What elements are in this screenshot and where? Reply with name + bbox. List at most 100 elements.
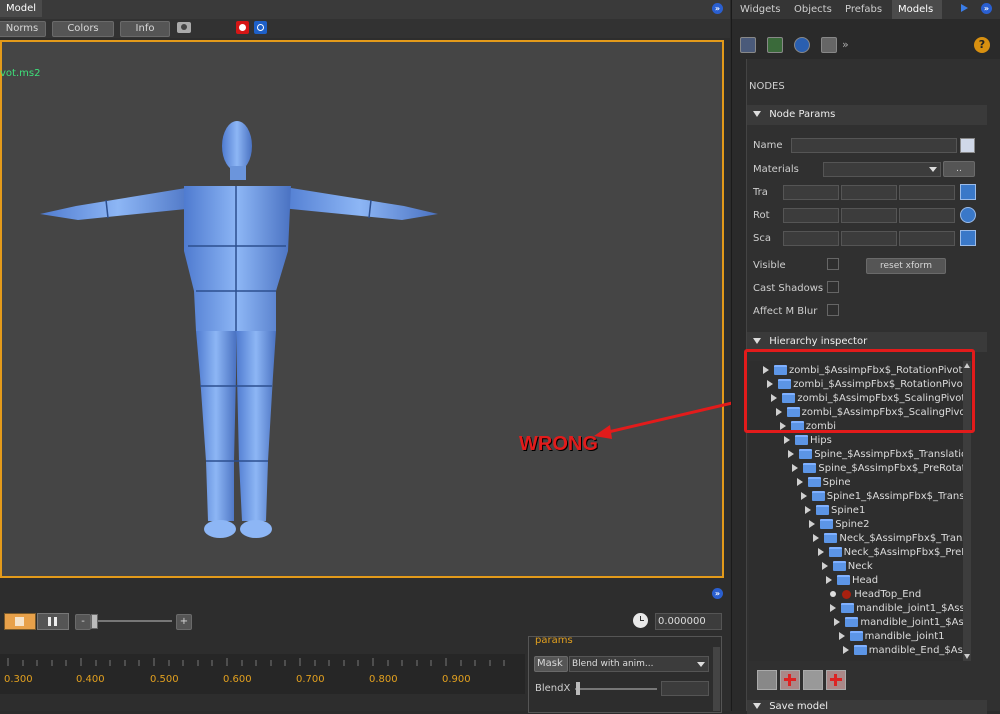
rot-z-field[interactable] (899, 208, 955, 223)
hierarchy-item[interactable]: Neck_$AssimpFbx$_PreRot (817, 546, 971, 560)
norms-button[interactable]: Norms (0, 21, 46, 37)
materials-select[interactable] (823, 162, 941, 177)
animation-icon[interactable] (767, 37, 783, 53)
sca-x-field[interactable] (783, 231, 839, 246)
pause-button[interactable] (37, 613, 69, 630)
skeleton-icon[interactable] (794, 37, 810, 53)
edit-node-icon[interactable] (757, 670, 777, 690)
expand-arrow-icon[interactable] (826, 576, 832, 584)
hierarchy-item[interactable]: Spine_$AssimpFbx$_Translation (788, 448, 971, 462)
tra-y-field[interactable] (841, 185, 897, 200)
expand-arrow-icon[interactable] (830, 604, 837, 612)
expand-arrow-icon[interactable] (821, 562, 828, 570)
node-params-header[interactable]: Node Params (747, 105, 987, 125)
timeline-slider-track[interactable] (92, 620, 172, 622)
panel-options-icon[interactable]: » (712, 3, 723, 14)
hierarchy-item[interactable]: mandible_joint1_$Assim (830, 602, 971, 616)
expand-arrow-icon[interactable] (800, 492, 807, 500)
cast-shadows-checkbox[interactable] (827, 281, 839, 293)
rotate-icon[interactable] (960, 207, 976, 223)
pick-arrow-icon[interactable] (960, 138, 975, 153)
hierarchy-item[interactable]: Spine (796, 476, 851, 490)
params-scrollbar[interactable] (713, 647, 720, 711)
folder-icon (828, 547, 842, 557)
folder-icon (803, 463, 817, 473)
model-toolbar: Norms Colors Info (0, 19, 730, 38)
hierarchy-item[interactable]: Neck_$AssimpFbx$_Translat (813, 532, 971, 546)
add-child-node-icon[interactable] (826, 670, 846, 690)
mask-select[interactable]: Blend with anim... (569, 656, 709, 672)
character-model[interactable] (36, 116, 444, 544)
expand-arrow-icon[interactable] (805, 506, 811, 514)
tab-objects[interactable]: Objects (794, 0, 832, 19)
expand-arrow-icon[interactable] (817, 548, 824, 556)
play-icon[interactable] (961, 4, 968, 12)
refresh-icon[interactable] (254, 21, 267, 34)
hierarchy-item[interactable]: Head (826, 574, 878, 588)
timeline-options-icon[interactable]: » (712, 588, 723, 599)
hierarchy-item[interactable]: Hips (784, 434, 832, 448)
scale-icon[interactable] (960, 230, 976, 246)
expand-arrow-icon[interactable] (842, 646, 849, 654)
expand-arrow-icon[interactable] (813, 534, 820, 542)
3d-viewport[interactable]: vot.ms2 WRONG (0, 40, 724, 578)
blendx-value-field[interactable] (661, 681, 709, 696)
materials-browse-button[interactable]: .. (943, 161, 975, 177)
hierarchy-item[interactable]: Spine1_$AssimpFbx$_Translatio (800, 490, 971, 504)
visible-checkbox[interactable] (827, 258, 839, 270)
move-icon[interactable] (960, 184, 976, 200)
expand-arrow-icon[interactable] (788, 450, 795, 458)
tab-widgets[interactable]: Widgets (740, 0, 780, 19)
help-icon[interactable]: ? (974, 37, 990, 53)
tra-z-field[interactable] (899, 185, 955, 200)
expand-arrow-icon[interactable] (796, 478, 803, 486)
mask-label: Mask (534, 656, 568, 672)
hierarchy-item[interactable]: mandible_joint1 (838, 630, 945, 644)
model-tab[interactable]: Model (0, 0, 43, 17)
mesh-icon[interactable] (740, 37, 756, 53)
blendx-slider-handle[interactable] (576, 682, 580, 695)
duplicate-node-icon[interactable] (803, 670, 823, 690)
hierarchy-item[interactable]: Spine_$AssimpFbx$_PreRotation (792, 462, 971, 476)
record-icon[interactable] (236, 21, 249, 34)
model-panel: Model » Norms Colors Info vot.ms2 WRONG … (0, 0, 746, 713)
rot-y-field[interactable] (841, 208, 897, 223)
panel-options-icon[interactable]: » (981, 3, 992, 14)
expand-arrow-icon[interactable] (784, 436, 790, 444)
reset-xform-button[interactable]: reset xform (866, 258, 946, 274)
camera-icon[interactable] (177, 22, 191, 33)
blendx-slider[interactable] (575, 688, 657, 690)
expand-arrow-icon[interactable] (809, 520, 816, 528)
tra-x-field[interactable] (783, 185, 839, 200)
expand-arrow-icon[interactable] (834, 618, 841, 626)
hierarchy-item[interactable]: mandible_End_$Assim (842, 644, 971, 658)
hierarchy-item[interactable]: Spine2 (809, 518, 870, 532)
more-icon[interactable]: » (842, 38, 849, 51)
colors-button[interactable]: Colors (52, 21, 114, 37)
stop-button[interactable] (4, 613, 36, 630)
timeline-slider-handle[interactable] (91, 614, 98, 629)
rot-x-field[interactable] (783, 208, 839, 223)
sca-y-field[interactable] (841, 231, 897, 246)
hierarchy-item[interactable]: HeadTop_End (830, 588, 921, 602)
name-field[interactable] (791, 138, 957, 153)
info-button[interactable]: Info (120, 21, 170, 37)
tab-models[interactable]: Models (892, 0, 942, 19)
zoom-plus-button[interactable]: + (176, 614, 192, 630)
timeline-ruler[interactable]: 0.300 0.400 0.500 0.600 0.700 0.800 0.90… (0, 654, 525, 694)
hierarchy-item[interactable]: Spine1 (805, 504, 865, 518)
folder-icon (837, 575, 850, 585)
zoom-minus-button[interactable]: - (75, 614, 91, 630)
hierarchy-item[interactable]: Neck (821, 560, 873, 574)
hierarchy-item[interactable]: mandible_joint1_$Assin (834, 616, 971, 630)
expand-arrow-icon[interactable] (792, 464, 799, 472)
affect-blur-checkbox[interactable] (827, 304, 839, 316)
fit-icon[interactable] (821, 37, 837, 53)
add-node-icon[interactable] (780, 670, 800, 690)
folder-icon (795, 435, 808, 445)
sca-z-field[interactable] (899, 231, 955, 246)
tab-prefabs[interactable]: Prefabs (845, 0, 883, 19)
save-model-header[interactable]: Save model (747, 700, 987, 714)
expand-arrow-icon[interactable] (838, 632, 845, 640)
time-value-field[interactable]: 0.000000 (655, 613, 722, 630)
